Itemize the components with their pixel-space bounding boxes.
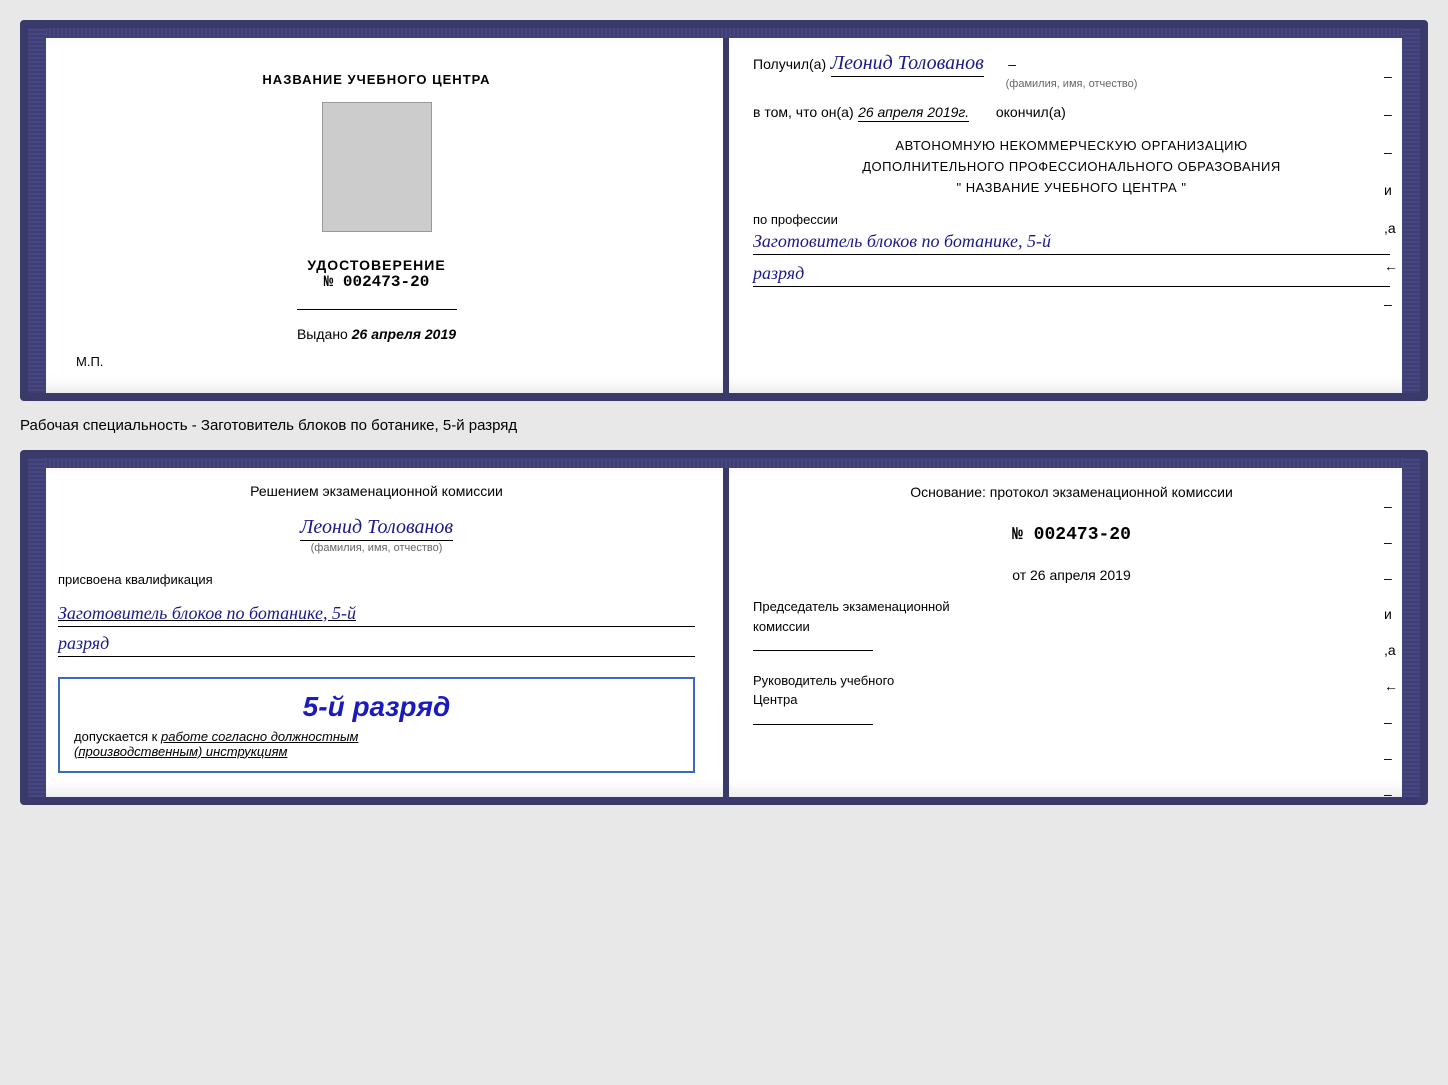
- org-block: АВТОНОМНУЮ НЕКОММЕРЧЕСКУЮ ОРГАНИЗАЦИЮ ДО…: [753, 136, 1390, 198]
- org-line3: " НАЗВАНИЕ УЧЕБНОГО ЦЕНТРА ": [753, 178, 1390, 199]
- top-cert-right: – – – и ,а ← – Получил(а) Леонид Толован…: [729, 28, 1420, 393]
- bdash-9: –: [1384, 786, 1398, 802]
- dash-3: –: [1384, 144, 1398, 160]
- fio-subtitle-bottom: (фамилия, имя, отчество): [58, 542, 695, 554]
- dash-7: –: [1384, 296, 1398, 312]
- dopuskaetsya-block: допускается к работе согласно должностны…: [74, 729, 679, 759]
- ot-prefix: от: [1012, 567, 1026, 583]
- recipient-name: Леонид Толованов: [831, 52, 984, 77]
- right-dashes-bottom: – – – и ,а ← – – –: [1384, 498, 1398, 802]
- bdash-3: –: [1384, 570, 1398, 586]
- vtom-label: в том, что он(а): [753, 104, 854, 120]
- recipient-block: Получил(а) Леонид Толованов – (фамилия, …: [753, 52, 1390, 90]
- photo-placeholder: [322, 102, 432, 232]
- badge-razryad-text: 5-й разряд: [74, 691, 679, 723]
- org-line2: ДОПОЛНИТЕЛЬНОГО ПРОФЕССИОНАЛЬНОГО ОБРАЗО…: [753, 157, 1390, 178]
- signature-line-top: [297, 309, 457, 310]
- bottom-cert-right: – – – и ,а ← – – – Основание: протокол э…: [729, 458, 1420, 797]
- vydano-label: Выдано: [297, 326, 348, 342]
- chairman-sign-line: [753, 650, 873, 651]
- chairman-line1: Председатель экзаменационной: [753, 597, 1390, 617]
- bottom-name-block: Леонид Толованов (фамилия, имя, отчество…: [58, 514, 695, 554]
- udostoverenie-label: УДОСТОВЕРЕНИЕ: [307, 257, 445, 273]
- poluchil-label: Получил(а): [753, 56, 826, 72]
- mp-label: М.П.: [58, 354, 103, 369]
- profession-block: по профессии Заготовитель блоков по бота…: [753, 212, 1390, 287]
- rukovoditel-line2: Центра: [753, 690, 1390, 710]
- protocol-number: № 002473-20: [753, 525, 1390, 545]
- bottom-cert-left: Решением экзаменационной комиссии Леонид…: [28, 458, 723, 797]
- bdash-1: –: [1384, 498, 1398, 514]
- bdash-4: и: [1384, 606, 1398, 622]
- right-dashes: – – – и ,а ← –: [1384, 68, 1398, 312]
- razryad-value: разряд: [753, 263, 1390, 287]
- top-cert-left: НАЗВАНИЕ УЧЕБНОГО ЦЕНТРА УДОСТОВЕРЕНИЕ №…: [28, 28, 723, 393]
- fio-subtitle-top: (фамилия, имя, отчество): [753, 78, 1390, 90]
- dash-5: ,а: [1384, 220, 1398, 236]
- bdash-5: ,а: [1384, 642, 1398, 658]
- qualification-block: Заготовитель блоков по ботанике, 5-й раз…: [58, 599, 695, 657]
- bottom-person-name: Леонид Толованов: [300, 516, 453, 541]
- cert-number: № 002473-20: [324, 273, 430, 291]
- po-professii-label: по профессии: [753, 212, 1390, 227]
- prisvoena-label: присвоена квалификация: [58, 572, 695, 587]
- ot-date: 26 апреля 2019: [1030, 567, 1131, 583]
- osnovanie-title: Основание: протокол экзаменационной коми…: [753, 482, 1390, 503]
- cert-number-block: УДОСТОВЕРЕНИЕ № 002473-20: [307, 257, 445, 291]
- okonchil-label: окончил(а): [996, 104, 1066, 120]
- bdash-8: –: [1384, 750, 1398, 766]
- instruktsii-text: (производственным) инструкциям: [74, 744, 679, 759]
- dash-after-name: –: [1008, 56, 1016, 72]
- ot-date-block: от 26 апреля 2019: [753, 567, 1390, 583]
- top-certificate: НАЗВАНИЕ УЧЕБНОГО ЦЕНТРА УДОСТОВЕРЕНИЕ №…: [20, 20, 1428, 401]
- badge-box: 5-й разряд допускается к работе согласно…: [58, 677, 695, 773]
- rukovoditel-sign-line: [753, 724, 873, 725]
- bottom-certificate: Решением экзаменационной комиссии Леонид…: [20, 450, 1428, 805]
- dopuskaetsya-label: допускается к: [74, 729, 157, 744]
- vtom-block: в том, что он(а) 26 апреля 2019г. окончи…: [753, 104, 1390, 122]
- vtom-date: 26 апреля 2019г.: [858, 104, 969, 122]
- middle-label: Рабочая специальность - Заготовитель бло…: [20, 413, 1428, 438]
- chairman-block: Председатель экзаменационной комиссии: [753, 597, 1390, 657]
- dopuskaetsya-text: работе согласно должностным: [161, 729, 358, 744]
- dash-2: –: [1384, 106, 1398, 122]
- org-line1: АВТОНОМНУЮ НЕКОММЕРЧЕСКУЮ ОРГАНИЗАЦИЮ: [753, 136, 1390, 157]
- top-left-title: НАЗВАНИЕ УЧЕБНОГО ЦЕНТРА: [262, 72, 490, 87]
- bdash-6: ←: [1384, 678, 1398, 694]
- resheniem-title: Решением экзаменационной комиссии: [58, 482, 695, 502]
- bdash-2: –: [1384, 534, 1398, 550]
- vydano-date: 26 апреля 2019: [352, 326, 456, 342]
- page-wrapper: НАЗВАНИЕ УЧЕБНОГО ЦЕНТРА УДОСТОВЕРЕНИЕ №…: [20, 20, 1428, 805]
- profession-value: Заготовитель блоков по ботанике, 5-й: [753, 231, 1390, 255]
- dash-6: ←: [1384, 258, 1398, 274]
- qualification-value: Заготовитель блоков по ботанике, 5-й: [58, 603, 695, 627]
- dash-4: и: [1384, 182, 1398, 198]
- dash-1: –: [1384, 68, 1398, 84]
- razryad-bottom: разряд: [58, 633, 695, 657]
- rukovoditel-line1: Руководитель учебного: [753, 671, 1390, 691]
- rukovoditel-block: Руководитель учебного Центра: [753, 671, 1390, 731]
- vydano-block: Выдано 26 апреля 2019: [297, 326, 456, 342]
- chairman-line2: комиссии: [753, 617, 1390, 637]
- bdash-7: –: [1384, 714, 1398, 730]
